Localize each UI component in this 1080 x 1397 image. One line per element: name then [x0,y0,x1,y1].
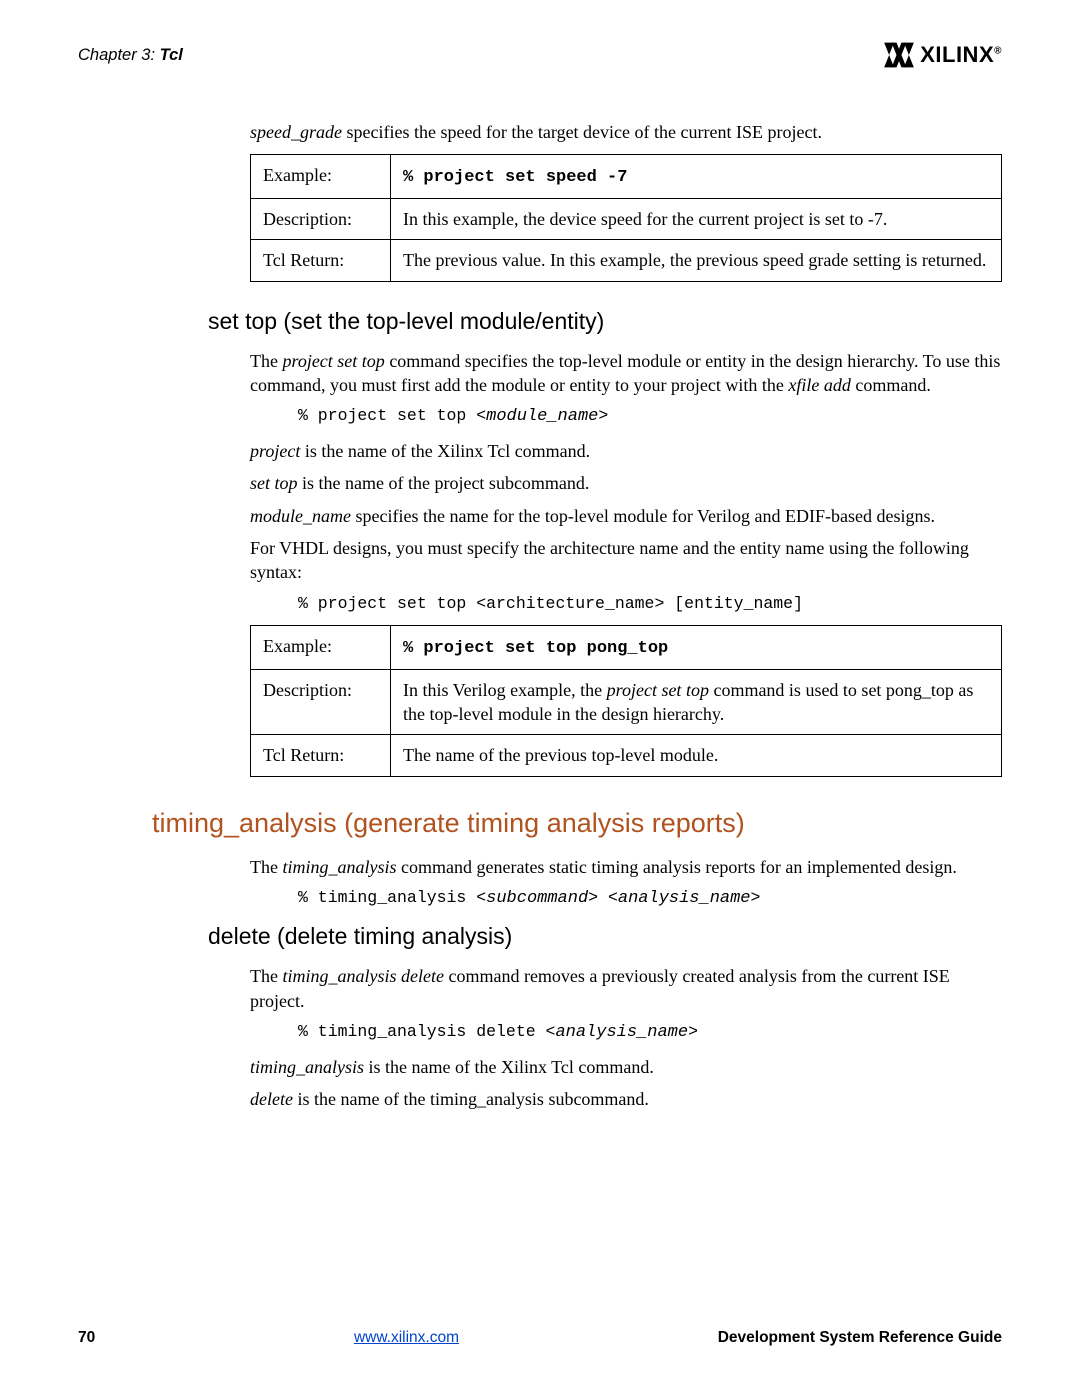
page-number: 70 [78,1328,95,1349]
delete-heading: delete (delete timing analysis) [208,921,1002,952]
table-row: Description: In this example, the device… [251,198,1002,239]
brand-text: XILINX® [920,40,1002,70]
delete-p2: timing_analysis is the name of the Xilin… [250,1055,1002,1079]
chapter-title: Tcl [160,46,183,64]
set-top-p4: module_name specifies the name for the t… [250,504,1002,528]
example-label: Example: [251,625,391,669]
guide-name: Development System Reference Guide [718,1328,1002,1349]
ret-label: Tcl Return: [251,240,391,281]
set-top-p2: project is the name of the Xilinx Tcl co… [250,439,1002,463]
set-top-section: The project set top command specifies th… [78,349,1002,777]
table-row: Tcl Return: The name of the previous top… [251,735,1002,776]
set-top-heading: set top (set the top-level module/entity… [208,306,1002,337]
example-code: % project set speed -7 [391,154,1002,198]
chapter-label: Chapter 3: Tcl [78,44,183,66]
xilinx-logo: XILINX® [882,40,1002,70]
page-header: Chapter 3: Tcl XILINX® [78,40,1002,70]
table-row: Description: In this Verilog example, th… [251,669,1002,735]
ret-text: The previous value. In this example, the… [391,240,1002,281]
desc-label: Description: [251,669,391,735]
delete-p3: delete is the name of the timing_analysi… [250,1087,1002,1111]
desc-label: Description: [251,198,391,239]
example-label: Example: [251,154,391,198]
delete-section: The timing_analysis delete command remov… [78,964,1002,1111]
speed-grade-intro: speed_grade specifies the speed for the … [250,120,1002,144]
timing-p1: The timing_analysis command generates st… [250,855,1002,879]
set-top-p3: set top is the name of the project subco… [250,471,1002,495]
footer-url-link[interactable]: www.xilinx.com [354,1328,459,1349]
timing-code1: % timing_analysis <subcommand> <analysis… [298,887,1002,911]
set-top-code2: % project set top <architecture_name> [e… [298,593,1002,615]
table-row: Tcl Return: The previous value. In this … [251,240,1002,281]
chapter-prefix: Chapter 3: [78,46,155,64]
delete-code1: % timing_analysis delete <analysis_name> [298,1021,1002,1045]
desc-text: In this Verilog example, the project set… [391,669,1002,735]
ret-text: The name of the previous top-level modul… [391,735,1002,776]
set-top-code1: % project set top <module_name> [298,405,1002,429]
speed-grade-table: Example: % project set speed -7 Descript… [250,154,1002,282]
timing-analysis-heading: timing_analysis (generate timing analysi… [152,805,1002,841]
xilinx-x-icon [882,41,916,69]
desc-text: In this example, the device speed for th… [391,198,1002,239]
table-row: Example: % project set speed -7 [251,154,1002,198]
page-footer: 70 www.xilinx.com Development System Ref… [78,1328,1002,1349]
page-content: Chapter 3: Tcl XILINX® speed_grade speci… [78,40,1002,1120]
speed-grade-section: speed_grade specifies the speed for the … [78,120,1002,282]
set-top-p1: The project set top command specifies th… [250,349,1002,398]
timing-analysis-section: The timing_analysis command generates st… [78,855,1002,911]
delete-p1: The timing_analysis delete command remov… [250,964,1002,1013]
ret-label: Tcl Return: [251,735,391,776]
set-top-table: Example: % project set top pong_top Desc… [250,625,1002,777]
set-top-p5: For VHDL designs, you must specify the a… [250,536,1002,585]
table-row: Example: % project set top pong_top [251,625,1002,669]
example-code: % project set top pong_top [391,625,1002,669]
